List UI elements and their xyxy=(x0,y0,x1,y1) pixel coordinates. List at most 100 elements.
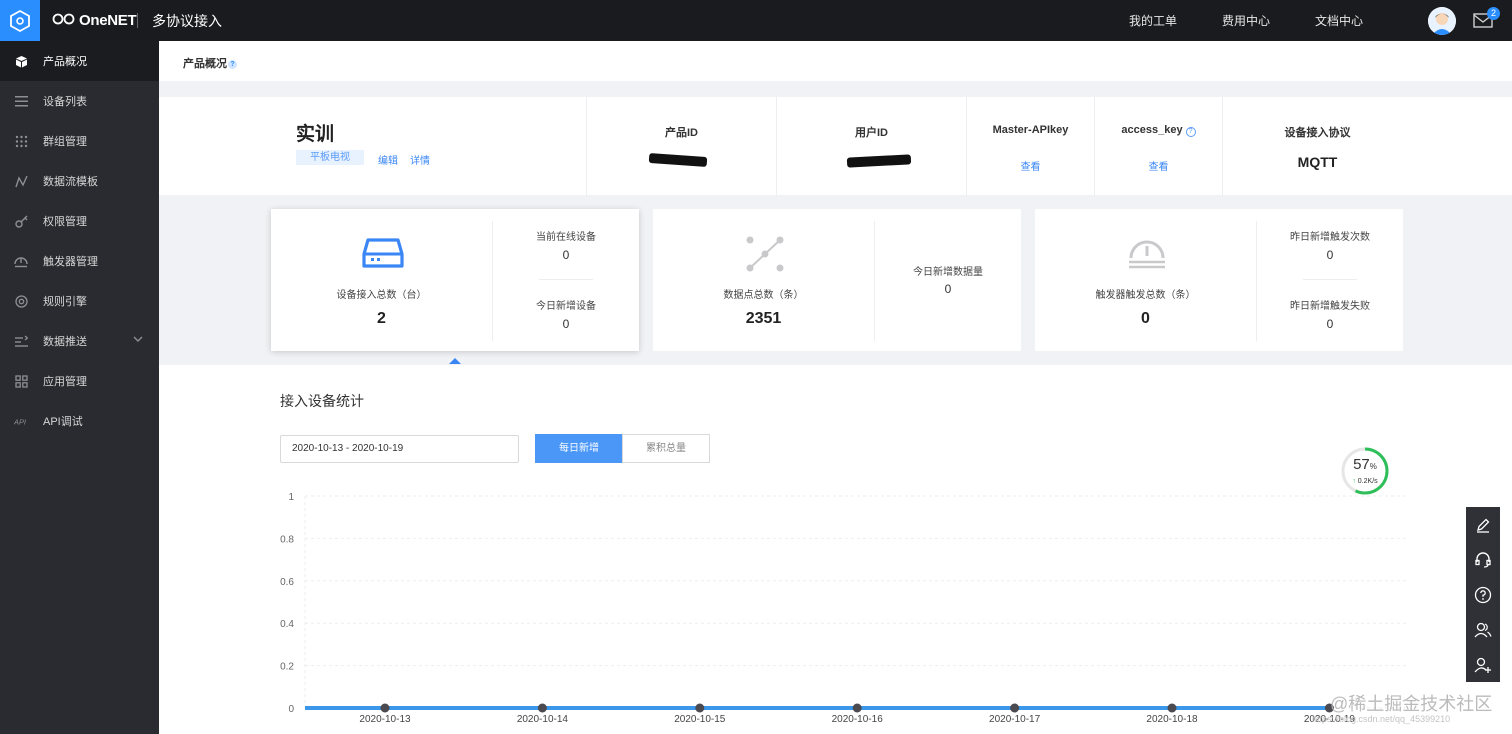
sidebar-item-label: 权限管理 xyxy=(43,216,87,228)
sidebar-item-label: 群组管理 xyxy=(43,136,87,148)
sidebar-item-rule-engine[interactable]: 规则引擎 xyxy=(0,281,159,321)
gauge-percent: 57% xyxy=(1340,456,1390,473)
top-navbar: OneNET 多协议接入 我的工单 费用中心 文档中心 2 xyxy=(0,0,1512,41)
key-icon xyxy=(14,214,28,228)
api-icon: API xyxy=(14,414,28,428)
y-tick-label: 0 xyxy=(288,704,294,715)
app-title: 多协议接入 xyxy=(152,12,222,29)
floating-toolbar xyxy=(1466,507,1500,682)
list-icon xyxy=(14,94,28,108)
help-icon[interactable]: ? xyxy=(1185,127,1196,137)
view-master-apikey-link[interactable]: 查看 xyxy=(967,158,1094,173)
y-tick-label: 1 xyxy=(288,492,294,503)
tab-cumulative-total[interactable]: 累积总量 xyxy=(622,434,710,463)
sidebar-item-device-list[interactable]: 设备列表 xyxy=(0,81,159,121)
edit-icon[interactable] xyxy=(1466,507,1500,542)
sidebar-item-data-push[interactable]: 数据推送 xyxy=(0,321,159,361)
sidebar-item-datastream-template[interactable]: 数据流模板 xyxy=(0,161,159,201)
today-data-label: 今日新增数据量 xyxy=(913,267,983,278)
stat-divider xyxy=(539,279,593,280)
tab-daily-new[interactable]: 每日新增 xyxy=(535,434,623,463)
hexagon-logo-icon[interactable] xyxy=(0,0,40,41)
sidebar-item-group-management[interactable]: 群组管理 xyxy=(0,121,159,161)
target-icon xyxy=(14,294,28,308)
date-range-picker[interactable]: 2020-10-13 - 2020-10-19 xyxy=(280,435,519,463)
product-id-label: 产品ID xyxy=(665,127,698,139)
data-point xyxy=(380,703,390,713)
sidebar-item-label: 数据推送 xyxy=(43,336,87,348)
nav-my-tickets[interactable]: 我的工单 xyxy=(1129,0,1177,41)
product-name: 实训 xyxy=(296,124,335,145)
y-tick-label: 0.8 xyxy=(280,534,294,545)
nav-docs[interactable]: 文档中心 xyxy=(1315,0,1363,41)
online-devices-value: 0 xyxy=(562,248,570,262)
yesterday-triggers-label: 昨日新增触发次数 xyxy=(1290,232,1370,243)
yesterday-failures-value: 0 xyxy=(1326,317,1334,331)
view-access-key-link[interactable]: 查看 xyxy=(1095,158,1222,173)
trigger-gauge-icon xyxy=(1127,236,1167,273)
new-devices-value: 0 xyxy=(562,317,570,331)
x-tick-label: 2020-10-14 xyxy=(517,714,569,725)
datapoint-total-value: 2351 xyxy=(745,310,782,327)
svg-text:API: API xyxy=(14,418,26,427)
users-icon[interactable] xyxy=(1466,612,1500,647)
sidebar-item-label: 产品概况 xyxy=(43,56,87,68)
today-data-value: 0 xyxy=(944,282,952,296)
device-line-chart: 0 0.2 0.4 0.6 0.8 1 2020-10-13 2020-10-14 2020-1… xyxy=(280,492,1407,725)
help-icon[interactable]: ? xyxy=(228,60,237,69)
edit-product-link[interactable]: 编辑 xyxy=(378,152,398,167)
add-user-icon[interactable] xyxy=(1466,647,1500,682)
brand-logo[interactable]: OneNET xyxy=(52,0,137,41)
sidebar-item-api-debug[interactable]: API API调试 xyxy=(0,401,159,441)
sidebar-item-trigger[interactable]: 触发器管理 xyxy=(0,241,159,281)
x-tick-label: 2020-10-15 xyxy=(674,714,726,725)
datapoint-stats-card[interactable]: 数据点总数（条） 2351 今日新增数据量 0 xyxy=(653,209,1021,351)
onenet-logo-icon xyxy=(52,12,76,29)
help-icon[interactable] xyxy=(1466,577,1500,612)
data-point xyxy=(1167,703,1177,713)
product-details-link[interactable]: 详情 xyxy=(410,152,430,167)
x-tick-label: 2020-10-13 xyxy=(359,714,411,725)
trigger-icon xyxy=(14,254,28,268)
protocol-column: 设备接入协议 MQTT xyxy=(1222,97,1412,195)
push-icon xyxy=(14,334,28,348)
y-tick-label: 0.2 xyxy=(280,662,294,673)
sidebar-item-permission[interactable]: 权限管理 xyxy=(0,201,159,241)
wave-icon xyxy=(14,174,28,188)
trigger-stats-card[interactable]: 触发器触发总数（条） 0 昨日新增触发次数 0 昨日新增触发失败 0 xyxy=(1035,209,1403,351)
sidebar-item-label: 触发器管理 xyxy=(43,256,98,268)
chevron-down-icon[interactable] xyxy=(133,335,143,346)
mail-count-badge: 2 xyxy=(1487,7,1500,20)
sidebar-item-app-management[interactable]: 应用管理 xyxy=(0,361,159,401)
yesterday-failures-label: 昨日新增触发失败 xyxy=(1290,301,1370,312)
page-title: 产品概况? xyxy=(183,55,237,71)
redacted-product-id xyxy=(648,152,708,168)
x-tick-label: 2020-10-18 xyxy=(1146,714,1198,725)
yesterday-triggers-value: 0 xyxy=(1326,248,1334,262)
product-info-band: 实训 平板电视 编辑 详情 产品ID 用户ID Master-APIkey 查看… xyxy=(159,97,1512,195)
grid-dots-icon xyxy=(14,134,28,148)
watermark-url: https://blog.csdn.net/qq_45399210 xyxy=(1312,714,1451,724)
apps-icon xyxy=(14,374,28,388)
headset-icon[interactable] xyxy=(1466,542,1500,577)
card-divider xyxy=(874,221,875,341)
x-tick-label: 2020-10-17 xyxy=(989,714,1041,725)
datapoint-total-label: 数据点总数（条） xyxy=(723,290,804,301)
device-stats-card[interactable]: 设备接入总数（台） 2 当前在线设备 0 今日新增设备 0 xyxy=(271,209,639,351)
access-key-label: access_key? xyxy=(1095,124,1222,137)
redacted-user-id xyxy=(846,154,912,168)
up-arrow-icon: ↑ xyxy=(1352,478,1356,485)
trigger-total-label: 触发器触发总数（条） xyxy=(1095,290,1196,301)
sidebar-item-label: 规则引擎 xyxy=(43,296,87,308)
trigger-total-value: 0 xyxy=(1141,310,1150,327)
device-hdd-icon xyxy=(362,236,404,273)
nav-billing[interactable]: 费用中心 xyxy=(1222,0,1270,41)
access-key-column: access_key? 查看 xyxy=(1094,97,1222,195)
network-speed-gauge[interactable]: 57% ↑ 0.2K/s xyxy=(1340,446,1390,496)
section-title: 接入设备统计 xyxy=(280,393,364,409)
product-id-column: 产品ID xyxy=(586,97,776,195)
data-point xyxy=(695,703,705,713)
sidebar-item-product-overview[interactable]: 产品概况 xyxy=(0,41,159,81)
watermark: @稀土掘金技术社区 xyxy=(1330,694,1493,714)
user-avatar[interactable] xyxy=(1428,7,1456,35)
